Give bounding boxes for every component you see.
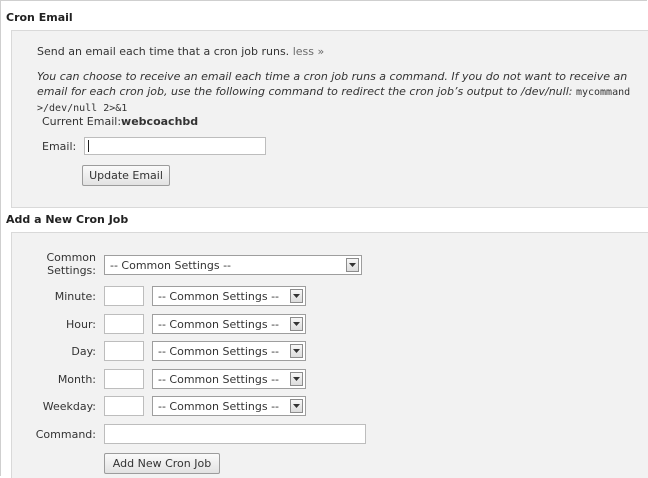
- new-cron-title: Add a New Cron Job: [6, 213, 129, 226]
- add-cron-job-button[interactable]: Add New Cron Job: [104, 453, 220, 474]
- cron-email-description: You can choose to receive an email each …: [37, 70, 631, 114]
- update-email-button[interactable]: Update Email: [82, 165, 170, 186]
- new-cron-panel: Common Settings: -- Common Settings -- M…: [11, 232, 648, 478]
- weekday-label: Weekday:: [42, 400, 96, 413]
- command-input[interactable]: [104, 424, 366, 444]
- common-settings-label: Common Settings:: [46, 251, 96, 277]
- common-settings-select[interactable]: -- Common Settings --: [104, 255, 362, 275]
- hour-select[interactable]: -- Common Settings --: [152, 314, 306, 334]
- minute-input[interactable]: [104, 286, 144, 306]
- day-input[interactable]: [104, 341, 144, 361]
- chevron-down-icon: [290, 399, 303, 413]
- month-label: Month:: [57, 373, 96, 386]
- chevron-down-icon: [346, 258, 359, 272]
- weekday-input[interactable]: [104, 396, 144, 416]
- hour-input[interactable]: [104, 314, 144, 334]
- cron-email-panel: Send an email each time that a cron job …: [11, 30, 648, 208]
- cron-email-intro: Send an email each time that a cron job …: [37, 45, 325, 58]
- chevron-down-icon: [290, 289, 303, 303]
- email-field[interactable]: [84, 137, 266, 155]
- month-input[interactable]: [104, 369, 144, 389]
- weekday-select[interactable]: -- Common Settings --: [152, 396, 306, 416]
- chevron-down-icon: [290, 344, 303, 358]
- day-select[interactable]: -- Common Settings --: [152, 341, 306, 361]
- less-link[interactable]: less »: [293, 45, 325, 58]
- month-select[interactable]: -- Common Settings --: [152, 369, 306, 389]
- current-email: Current Email:webcoachbd: [42, 115, 199, 128]
- email-label: Email:: [42, 140, 77, 153]
- day-label: Day:: [71, 345, 96, 358]
- text-caret: [88, 140, 89, 152]
- minute-label: Minute:: [54, 290, 96, 303]
- chevron-down-icon: [290, 317, 303, 331]
- minute-select[interactable]: -- Common Settings --: [152, 286, 306, 306]
- cron-email-title: Cron Email: [6, 11, 73, 24]
- chevron-down-icon: [290, 372, 303, 386]
- hour-label: Hour:: [65, 318, 96, 331]
- command-label: Command:: [35, 428, 96, 441]
- current-email-value: webcoachbd: [121, 115, 199, 128]
